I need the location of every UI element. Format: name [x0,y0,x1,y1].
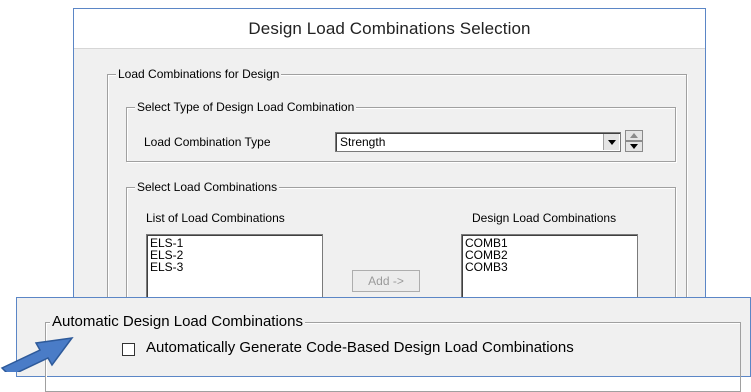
load-combinations-list[interactable]: ELS-1 ELS-2 ELS-3 [146,234,323,304]
auto-generate-checkbox[interactable] [122,343,135,356]
load-combinations-for-design-legend: Load Combinations for Design [116,67,282,81]
add-button[interactable]: Add -> [352,270,420,292]
auto-generate-checkbox-label[interactable]: Automatically Generate Code-Based Design… [146,339,574,356]
spin-up-icon[interactable] [625,130,643,141]
automatic-design-load-combinations-panel: Automatic Design Load Combinations Autom… [16,297,751,392]
chevron-down-icon[interactable] [603,134,619,150]
design-load-combinations-dialog: Design Load Combinations Selection Load … [73,8,706,317]
pointer-arrow-icon [0,337,74,372]
load-combination-type-value: Strength [340,135,386,149]
automatic-design-load-combinations-legend: Automatic Design Load Combinations [50,313,305,331]
design-load-combinations-list[interactable]: COMB1 COMB2 COMB3 [461,234,638,304]
load-combination-type-select[interactable]: Strength [335,132,621,152]
type-spinner[interactable] [625,130,643,152]
load-combination-type-label: Load Combination Type [144,135,271,149]
select-type-group: Select Type of Design Load Combination L… [126,100,676,162]
list-item[interactable]: ELS-3 [150,261,319,273]
select-load-combinations-legend: Select Load Combinations [135,180,280,194]
list-item[interactable]: COMB3 [465,261,634,273]
automatic-design-load-combinations-group: Automatic Design Load Combinations Autom… [45,313,741,392]
select-type-legend: Select Type of Design Load Combination [135,100,357,114]
spin-down-icon[interactable] [625,141,643,152]
dialog-title: Design Load Combinations Selection [74,9,705,49]
load-combinations-for-design-group: Load Combinations for Design Select Type… [107,67,687,317]
design-load-combinations-label: Design Load Combinations [472,211,617,225]
list-of-load-combinations-label: List of Load Combinations [146,211,285,225]
